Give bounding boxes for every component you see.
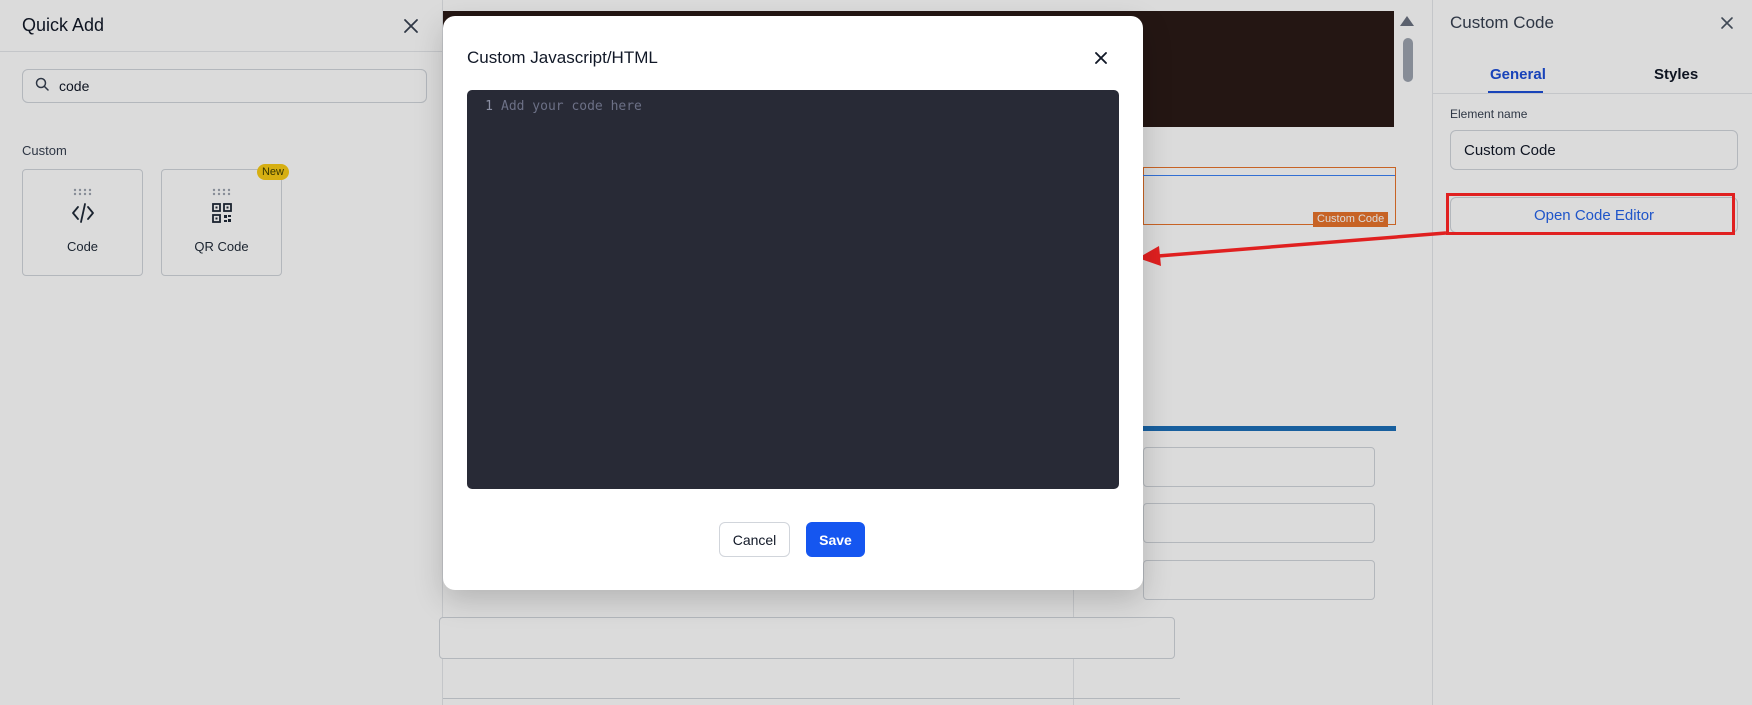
section-label-custom: Custom xyxy=(22,143,67,158)
tab-general[interactable]: General xyxy=(1490,66,1546,83)
quick-add-panel: Quick Add Custom Code New QR Code xyxy=(0,0,443,705)
qr-code-icon xyxy=(211,201,233,225)
selected-element-tag: Custom Code xyxy=(1313,212,1389,227)
tab-styles[interactable]: Styles xyxy=(1654,66,1698,83)
custom-code-modal: Custom Javascript/HTML 1 Add your code h… xyxy=(443,16,1143,590)
canvas-scrollbar[interactable] xyxy=(1395,11,1419,705)
save-button[interactable]: Save xyxy=(806,522,865,557)
form-field[interactable] xyxy=(1143,503,1375,543)
element-tile-qr-code[interactable]: New QR Code xyxy=(161,164,289,276)
selection-guide-line xyxy=(1143,175,1395,176)
search-input[interactable] xyxy=(59,78,399,94)
divider xyxy=(443,698,1180,699)
drag-handle-icon xyxy=(212,183,232,196)
new-badge: New xyxy=(256,164,289,180)
active-tab-indicator xyxy=(1488,91,1543,93)
search-field[interactable] xyxy=(22,69,427,103)
close-icon[interactable] xyxy=(1089,46,1113,70)
close-icon[interactable] xyxy=(400,15,422,37)
code-placeholder: Add your code here xyxy=(501,99,642,114)
code-icon xyxy=(71,201,95,225)
code-editor[interactable]: 1 Add your code here xyxy=(467,90,1119,489)
close-icon[interactable] xyxy=(1716,12,1738,34)
tile-label: QR Code xyxy=(194,239,249,254)
element-name-input[interactable] xyxy=(1450,130,1738,170)
scroll-up-arrow-icon[interactable] xyxy=(1400,16,1414,26)
element-tile-code[interactable]: Code xyxy=(22,169,143,276)
drag-handle-icon xyxy=(73,183,93,196)
modal-title: Custom Javascript/HTML xyxy=(467,48,658,67)
code-line: 1 Add your code here xyxy=(467,99,642,114)
form-field[interactable] xyxy=(1143,447,1375,487)
form-field[interactable] xyxy=(439,617,1175,659)
tile-label: Code xyxy=(66,239,99,254)
element-name-label: Element name xyxy=(1450,107,1528,121)
quick-add-header: Quick Add xyxy=(0,0,442,52)
settings-tabs: General Styles xyxy=(1433,58,1752,94)
scroll-thumb[interactable] xyxy=(1403,38,1413,82)
element-settings-panel: Custom Code General Styles Element name … xyxy=(1432,0,1752,705)
open-code-editor-button[interactable]: Open Code Editor xyxy=(1450,197,1738,233)
cancel-button[interactable]: Cancel xyxy=(719,522,790,557)
accent-bar xyxy=(1143,426,1396,431)
search-icon xyxy=(35,77,49,96)
settings-header: Custom Code xyxy=(1433,0,1752,46)
quick-add-title: Quick Add xyxy=(22,15,105,35)
line-number: 1 xyxy=(485,99,493,114)
settings-title: Custom Code xyxy=(1450,13,1554,32)
form-field[interactable] xyxy=(1143,560,1375,600)
